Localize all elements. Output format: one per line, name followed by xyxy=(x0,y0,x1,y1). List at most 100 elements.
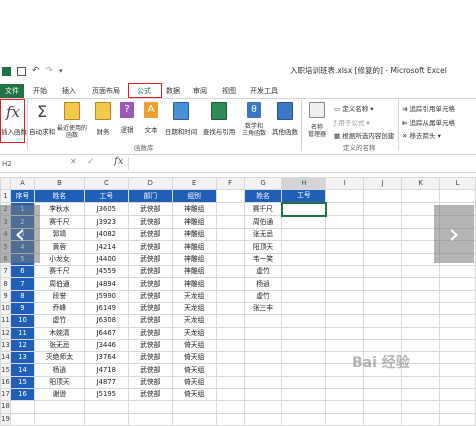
table-cell[interactable]: 天龙组 xyxy=(171,301,217,316)
column-header[interactable]: I xyxy=(325,176,365,191)
cell[interactable] xyxy=(363,202,403,217)
cell[interactable] xyxy=(401,375,441,390)
table-cell[interactable]: 黄蓉 xyxy=(33,240,85,254)
lookup-id-cell[interactable] xyxy=(281,215,327,230)
table-cell[interactable]: 倚天组 xyxy=(171,363,217,377)
autosum-button[interactable]: Σ 自动求和 xyxy=(29,102,55,136)
cell[interactable] xyxy=(363,412,403,426)
table-cell[interactable]: J3923 xyxy=(83,215,129,230)
column-header[interactable]: F xyxy=(215,176,245,191)
math-trig-button[interactable]: θ 数学和 三角函数 xyxy=(239,102,269,137)
cell[interactable] xyxy=(325,265,365,279)
table-cell[interactable]: J4214 xyxy=(83,240,129,254)
cell[interactable] xyxy=(215,388,245,402)
cell[interactable] xyxy=(363,215,403,230)
row-header[interactable]: 10 xyxy=(0,301,11,316)
cell[interactable] xyxy=(401,301,441,316)
lookup-id-cell[interactable] xyxy=(281,228,327,242)
table-cell[interactable]: 12 xyxy=(9,338,35,353)
column-header[interactable]: G xyxy=(243,176,283,191)
table-cell[interactable]: 天龙组 xyxy=(171,326,217,340)
tab-file[interactable]: 文件 xyxy=(0,84,24,98)
redo-icon[interactable]: ↷ xyxy=(46,66,54,76)
cell[interactable] xyxy=(215,363,245,377)
cell[interactable] xyxy=(215,277,245,291)
cell[interactable] xyxy=(325,240,365,254)
table-cell[interactable]: J5195 xyxy=(83,388,129,402)
table-cell[interactable]: 周伯通 xyxy=(33,277,85,291)
table-cell[interactable]: 武侠部 xyxy=(127,252,173,267)
table-cell[interactable]: 武侠部 xyxy=(127,314,173,328)
cell[interactable] xyxy=(439,326,476,340)
cell[interactable] xyxy=(215,240,245,254)
cell[interactable] xyxy=(363,252,403,267)
cell[interactable] xyxy=(325,228,365,242)
table-cell[interactable]: 武侠部 xyxy=(127,301,173,316)
table-cell[interactable]: J4559 xyxy=(83,265,129,279)
text-button[interactable]: A 文本 xyxy=(141,102,161,134)
column-header[interactable]: B xyxy=(33,176,85,191)
lookup-name-cell[interactable]: 虚竹 xyxy=(243,289,283,303)
remove-arrows-button[interactable]: ✕ 移去箭头 ▾ xyxy=(402,130,441,140)
use-in-formula-button[interactable]: ƒ 用于公式 ▾ xyxy=(334,117,370,127)
lookup-id-cell[interactable] xyxy=(281,252,327,267)
other-functions-button[interactable]: 其他函数 xyxy=(271,102,299,136)
cell[interactable] xyxy=(363,289,403,303)
select-all-corner[interactable] xyxy=(0,176,11,191)
table-cell[interactable]: 虚竹 xyxy=(33,314,85,328)
cell[interactable] xyxy=(325,400,365,414)
lookup-id-cell[interactable] xyxy=(281,240,327,254)
cell[interactable] xyxy=(215,202,245,217)
cell[interactable] xyxy=(401,326,441,340)
table-cell[interactable]: 李秋水 xyxy=(33,202,85,217)
cancel-icon[interactable]: ✕ xyxy=(70,157,77,166)
row-header[interactable]: 19 xyxy=(0,412,11,426)
cell[interactable] xyxy=(127,400,173,414)
table-cell[interactable]: J3764 xyxy=(83,351,129,365)
name-manager-button[interactable]: 名称 管理器 xyxy=(303,102,331,138)
table-header-cell[interactable]: 姓名 xyxy=(33,189,85,204)
tab-review[interactable]: 审阅 xyxy=(193,86,207,96)
trace-precedents-button[interactable]: ⇉ 追踪引用单元格 xyxy=(402,103,455,113)
cell[interactable] xyxy=(439,277,476,291)
next-slide-arrow[interactable]: › xyxy=(434,205,474,263)
prev-slide-arrow[interactable]: ‹ xyxy=(0,205,40,263)
table-cell[interactable]: J4877 xyxy=(83,375,129,390)
table-cell[interactable]: J3446 xyxy=(83,338,129,353)
row-header[interactable]: 14 xyxy=(0,351,11,365)
table-header-cell[interactable]: 序号 xyxy=(9,189,35,204)
cell[interactable] xyxy=(401,400,441,414)
table-cell[interactable]: 赛千尺 xyxy=(33,215,85,230)
table-cell[interactable]: 13 xyxy=(9,351,35,365)
cell[interactable] xyxy=(363,314,403,328)
cell[interactable] xyxy=(325,314,365,328)
cell[interactable] xyxy=(325,338,365,353)
cell[interactable] xyxy=(363,277,403,291)
table-cell[interactable]: 武侠部 xyxy=(127,363,173,377)
table-cell[interactable]: 小龙女 xyxy=(33,252,85,267)
table-cell[interactable]: 神雕组 xyxy=(171,215,217,230)
cell[interactable] xyxy=(363,228,403,242)
financial-button[interactable]: 财务 xyxy=(93,102,113,136)
trace-dependents-button[interactable]: ⇇ 追踪从属单元格 xyxy=(402,117,455,127)
name-box[interactable]: H2 xyxy=(0,158,42,170)
row-header[interactable]: 11 xyxy=(0,314,11,328)
cell[interactable] xyxy=(127,412,173,426)
cell[interactable] xyxy=(325,215,365,230)
cell[interactable] xyxy=(439,289,476,303)
tab-insert[interactable]: 插入 xyxy=(62,86,76,96)
table-cell[interactable]: 神雕组 xyxy=(171,228,217,242)
cell[interactable] xyxy=(363,240,403,254)
enter-icon[interactable]: ✓ xyxy=(87,157,94,166)
table-cell[interactable]: 16 xyxy=(9,388,35,402)
table-header-cell[interactable]: 部门 xyxy=(127,189,173,204)
cell[interactable] xyxy=(9,412,35,426)
column-header[interactable]: A xyxy=(9,176,35,191)
cell[interactable] xyxy=(401,289,441,303)
table-cell[interactable]: 倚天组 xyxy=(171,338,217,353)
cell[interactable] xyxy=(215,215,245,230)
cell[interactable] xyxy=(243,412,283,426)
tab-view[interactable]: 视图 xyxy=(222,86,236,96)
table-cell[interactable]: 7 xyxy=(9,277,35,291)
table-cell[interactable]: 乔峰 xyxy=(33,301,85,316)
